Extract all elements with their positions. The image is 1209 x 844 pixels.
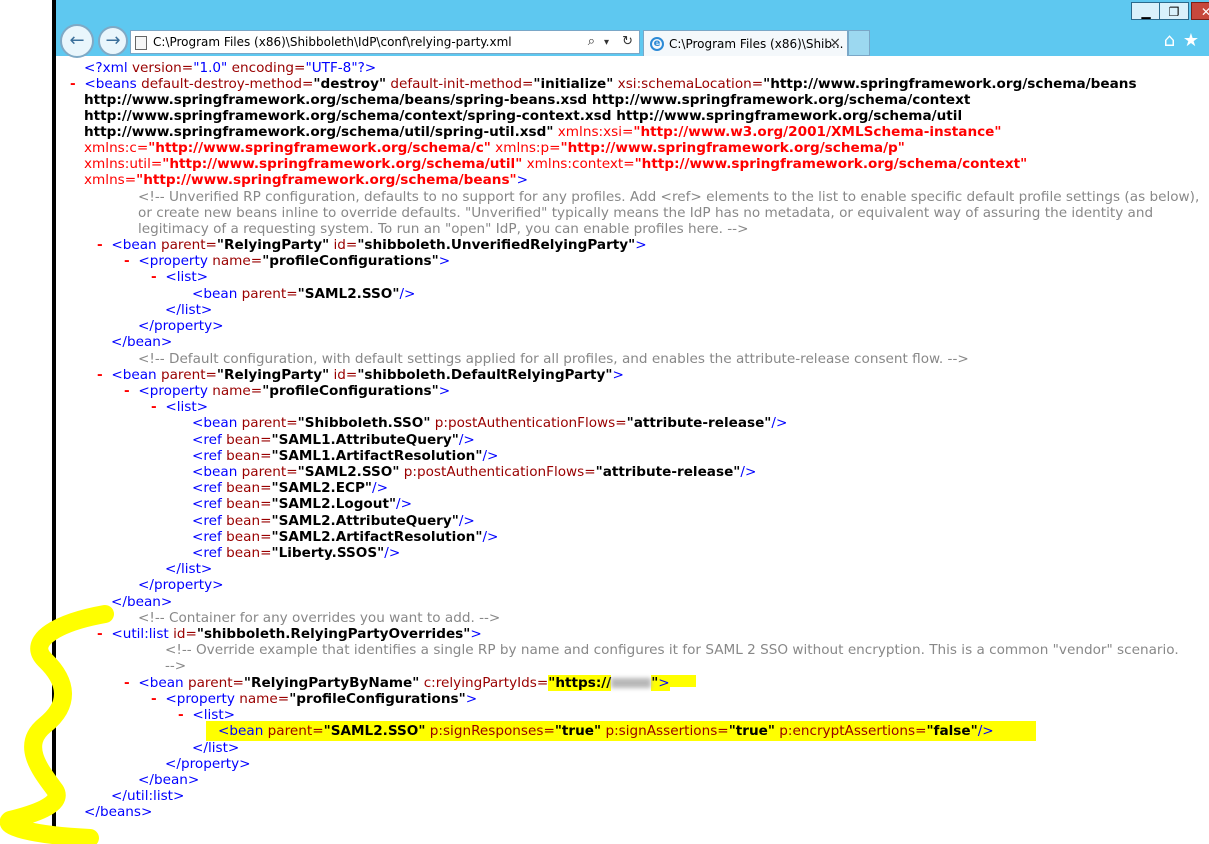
- property-profile-1: - <property name="profileConfigurations"…: [124, 253, 451, 269]
- util-list-overrides: - <util:list id="shibboleth.RelyingParty…: [97, 626, 482, 642]
- collapse-toggle[interactable]: -: [151, 269, 157, 285]
- search-icon[interactable]: ⌕: [588, 34, 595, 49]
- collapse-toggle[interactable]: -: [97, 367, 103, 383]
- collapse-toggle[interactable]: -: [97, 237, 103, 253]
- close-window-button[interactable]: ✕: [1191, 2, 1209, 20]
- bean-unverified: - <bean parent="RelyingParty" id="shibbo…: [97, 237, 647, 253]
- list-2: - <list>: [151, 399, 209, 415]
- collapse-toggle[interactable]: -: [124, 253, 130, 269]
- beans-open-line-4: http://www.springframework.org/schema/ut…: [84, 124, 1002, 140]
- ie-icon: e: [650, 37, 664, 51]
- tab-title: C:\Program Files (x86)\Shib...: [669, 37, 844, 51]
- bean-saml2-sso-override: <bean parent="SAML2.SSO" p:signResponses…: [206, 721, 1036, 741]
- beans-open-line-2: http://www.springframework.org/schema/be…: [84, 92, 971, 108]
- comment-unverified-2: or create new beans inline to override d…: [138, 205, 1154, 221]
- list-1: - <list>: [151, 269, 209, 285]
- end-bean-2: </bean>: [111, 594, 173, 610]
- ref-saml2-attributequery: <ref bean="SAML2.AttributeQuery"/>: [192, 513, 475, 529]
- ref-saml1-attributequery: <ref bean="SAML1.AttributeQuery"/>: [192, 432, 475, 448]
- dropdown-icon[interactable]: ▾: [604, 37, 609, 48]
- beans-open-line-1: - <beans default-destroy-method="destroy…: [70, 76, 1137, 92]
- refresh-icon[interactable]: ↻: [622, 34, 633, 49]
- desktop-background: [0, 0, 52, 844]
- end-property-3: </property>: [165, 756, 251, 772]
- xml-declaration: <?xml version="1.0" encoding="UTF-8"?>: [84, 60, 377, 76]
- maximize-button[interactable]: ❐: [1159, 2, 1189, 20]
- collapse-toggle[interactable]: -: [70, 76, 76, 92]
- beans-open-line-5: xmlns:c="http://www.springframework.org/…: [84, 140, 905, 156]
- ref-saml2-ecp: <ref bean="SAML2.ECP"/>: [192, 480, 388, 496]
- collapse-toggle[interactable]: -: [97, 626, 103, 642]
- property-profile-2: - <property name="profileConfigurations"…: [124, 383, 451, 399]
- collapse-toggle[interactable]: -: [151, 399, 157, 415]
- beans-open-line-7: xmlns="http://www.springframework.org/sc…: [84, 172, 529, 188]
- comment-override-example-1: <!-- Override example that identifies a …: [165, 642, 1179, 658]
- end-property-1: </property>: [138, 318, 224, 334]
- back-button[interactable]: ←: [60, 24, 94, 58]
- address-bar[interactable]: C:\Program Files (x86)\Shibboleth\IdP\co…: [130, 30, 640, 54]
- address-input[interactable]: C:\Program Files (x86)\Shibboleth\IdP\co…: [153, 35, 512, 49]
- property-profile-3: - <property name="profileConfigurations"…: [151, 691, 478, 707]
- forward-button[interactable]: →: [98, 26, 128, 56]
- page-icon: [135, 36, 147, 50]
- end-list-2: </list>: [165, 561, 213, 577]
- forward-icon: →: [105, 30, 121, 51]
- home-icon[interactable]: ⌂: [1164, 30, 1175, 51]
- xml-viewer: <?xml version="1.0" encoding="UTF-8"?> -…: [56, 56, 1209, 844]
- collapse-toggle[interactable]: -: [124, 383, 130, 399]
- comment-unverified-1: <!-- Unverified RP configuration, defaul…: [138, 189, 1200, 205]
- ref-saml2-logout: <ref bean="SAML2.Logout"/>: [192, 496, 413, 512]
- tab-relying-party[interactable]: e C:\Program Files (x86)\Shib... ×: [643, 30, 848, 56]
- back-icon: ←: [69, 30, 85, 51]
- comment-overrides: <!-- Container for any overrides you wan…: [138, 610, 501, 626]
- collapse-toggle[interactable]: -: [151, 691, 157, 707]
- end-util-list: </util:list>: [111, 788, 185, 804]
- beans-open-line-3: http://www.springframework.org/schema/co…: [84, 108, 963, 124]
- bean-default: - <bean parent="RelyingParty" id="shibbo…: [97, 367, 624, 383]
- end-list-3: </list>: [192, 740, 240, 756]
- bean-saml2-sso-default: <bean parent="SAML2.SSO" p:postAuthentic…: [192, 464, 757, 480]
- close-icon[interactable]: ×: [829, 35, 841, 51]
- end-bean-3: </bean>: [138, 772, 200, 788]
- end-property-2: </property>: [138, 577, 224, 593]
- comment-unverified-3: legitimacy of a requesting system. To ru…: [138, 221, 749, 237]
- redacted-hostname: [611, 678, 652, 688]
- ref-liberty-ssos: <ref bean="Liberty.SSOS"/>: [192, 545, 401, 561]
- end-bean-1: </bean>: [111, 334, 173, 350]
- comment-override-example-2: -->: [165, 658, 187, 674]
- bean-relyingpartybyname: - <bean parent="RelyingPartyByName" c:re…: [124, 675, 696, 691]
- beans-open-line-6: xmlns:util="http://www.springframework.o…: [84, 156, 1028, 172]
- bean-shibboleth-sso: <bean parent="Shibboleth.SSO" p:postAuth…: [192, 415, 788, 431]
- ref-saml2-artifactresolution: <ref bean="SAML2.ArtifactResolution"/>: [192, 529, 499, 545]
- comment-default: <!-- Default configuration, with default…: [138, 351, 969, 367]
- end-list-1: </list>: [165, 302, 213, 318]
- end-beans: </beans>: [84, 804, 153, 820]
- new-tab-button[interactable]: [848, 30, 870, 56]
- ref-saml1-artifactresolution: <ref bean="SAML1.ArtifactResolution"/>: [192, 448, 499, 464]
- bean-saml2-sso-unverified: <bean parent="SAML2.SSO"/>: [192, 286, 416, 302]
- collapse-toggle[interactable]: -: [178, 707, 184, 723]
- star-icon[interactable]: ★: [1183, 30, 1199, 51]
- collapse-toggle[interactable]: -: [124, 675, 130, 691]
- minimize-button[interactable]: ▁: [1131, 2, 1161, 20]
